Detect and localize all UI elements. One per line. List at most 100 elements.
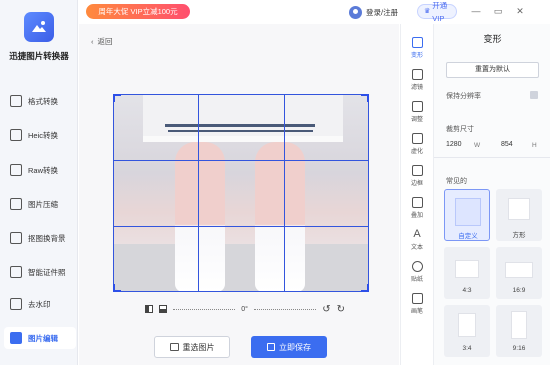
width-unit: W (474, 142, 481, 149)
transform-icon (411, 37, 423, 48)
flip-vertical-icon[interactable] (159, 305, 167, 313)
transform-panel: 变形 重置为默认 保持分辨率 裁剪尺寸 1280 W 854 H 常见的 自定义… (433, 24, 550, 365)
crop-handle-bottom-right[interactable] (361, 284, 369, 292)
top-bar: 周年大促 VIP立减100元 登录/注册 ♛ 开通VIP — ▭ ✕ (78, 0, 550, 24)
adjust-icon (411, 101, 423, 112)
preset-thumb (508, 198, 530, 220)
vip-label: 开通VIP (432, 0, 448, 23)
tool-border[interactable]: 边框 (401, 162, 433, 192)
preset-thumb (455, 198, 481, 226)
sidebar: 迅捷图片转换器 格式转换 Heic转换 Raw转换 图片压缩 抠图换背景 智能证… (0, 0, 78, 365)
tool-label: 文本 (410, 245, 423, 251)
preset-4-3[interactable]: 4:3 (444, 247, 490, 299)
format-icon (10, 95, 22, 107)
crop-size-label: 裁剪尺寸 (446, 126, 474, 133)
rotation-slider[interactable] (173, 308, 236, 310)
preset-label: 3:4 (462, 345, 472, 352)
preset-16-9[interactable]: 16:9 (496, 247, 542, 299)
preset-3-4[interactable]: 3:4 (444, 305, 490, 357)
tool-label: 变形 (410, 53, 423, 59)
crop-handle-bottom-left[interactable] (113, 284, 121, 292)
rotation-value: 0° (241, 305, 248, 313)
tool-column: 变形 滤镜 调整 虚化 边框 叠加 A 文本 贴纸 画笔 (400, 24, 432, 365)
tool-brush[interactable]: 画笔 (401, 290, 433, 320)
crop-handle-top-left[interactable] (113, 94, 121, 102)
reselect-image-button[interactable]: 重选图片 (154, 336, 230, 358)
preset-thumb (455, 260, 479, 278)
compress-icon (10, 198, 22, 210)
overlay-icon (411, 197, 423, 208)
chevron-left-icon: ‹ (91, 37, 94, 46)
save-button[interactable]: 立即保存 (251, 336, 327, 358)
image-icon (169, 343, 179, 351)
filter-icon (411, 69, 423, 80)
preset-label: 方形 (512, 232, 526, 239)
preset-label: 16:9 (512, 287, 526, 294)
sidebar-item-id-photo[interactable]: 智能证件照 (4, 261, 76, 283)
close-icon[interactable]: ✕ (514, 5, 526, 17)
crop-handle-top-right[interactable] (361, 94, 369, 102)
sidebar-item-label: 图片编辑 (28, 333, 58, 343)
sidebar-item-label: 抠图换背景 (28, 233, 66, 243)
edit-icon (10, 332, 22, 344)
preset-label: 4:3 (462, 287, 472, 294)
tool-transform[interactable]: 变形 (401, 34, 433, 64)
preset-square[interactable]: 方形 (496, 189, 542, 241)
text-icon: A (413, 228, 421, 240)
tool-label: 叠加 (410, 213, 423, 219)
watermark-icon (10, 298, 22, 310)
editor-canvas: ‹ 返回 0° ↺ ↻ 重选图片 立即保存 (79, 24, 399, 365)
rotation-slider-right[interactable] (253, 308, 317, 310)
sidebar-item-cutout[interactable]: 抠图换背景 (4, 227, 76, 249)
minimize-icon[interactable]: — (470, 5, 482, 17)
app-logo-icon (24, 12, 54, 42)
sidebar-item-heic[interactable]: Heic转换 (4, 124, 76, 146)
brush-icon (411, 293, 423, 304)
flip-horizontal-icon[interactable] (145, 305, 153, 313)
keep-ratio-label: 保持分辨率 (446, 93, 481, 100)
sidebar-item-compress[interactable]: 图片压缩 (4, 193, 76, 215)
width-input[interactable]: 1280 (446, 141, 462, 148)
preset-custom[interactable]: 自定义 (444, 189, 490, 241)
height-unit: H (532, 142, 537, 149)
sidebar-item-label: 图片压缩 (28, 199, 58, 209)
preset-label: 自定义 (458, 233, 478, 240)
preset-thumb (505, 262, 533, 278)
divider (434, 157, 550, 158)
sidebar-item-label: 去水印 (28, 299, 51, 309)
crop-frame[interactable] (113, 94, 369, 292)
height-input[interactable]: 854 (501, 141, 513, 148)
tool-label: 边框 (410, 181, 423, 187)
tool-label: 贴纸 (410, 277, 423, 283)
sidebar-item-format[interactable]: 格式转换 (4, 90, 76, 112)
login-label: 登录/注册 (366, 7, 399, 17)
sidebar-item-raw[interactable]: Raw转换 (4, 159, 76, 181)
preset-9-16[interactable]: 9:16 (496, 305, 542, 357)
sidebar-item-edit[interactable]: 图片编辑 (4, 327, 76, 349)
vip-button[interactable]: ♛ 开通VIP (417, 1, 457, 23)
login-button[interactable]: 登录/注册 (349, 4, 398, 20)
reset-default-button[interactable]: 重置为默认 (446, 62, 539, 78)
tool-filter[interactable]: 滤镜 (401, 66, 433, 96)
tool-overlay[interactable]: 叠加 (401, 194, 433, 224)
promo-banner[interactable]: 周年大促 VIP立减100元 (86, 4, 190, 19)
tool-adjust[interactable]: 调整 (401, 98, 433, 128)
sidebar-item-label: 格式转换 (28, 96, 58, 106)
avatar-icon (349, 5, 362, 19)
tool-sticker[interactable]: 贴纸 (401, 258, 433, 288)
sidebar-item-label: 智能证件照 (28, 267, 66, 277)
image-preview[interactable] (113, 94, 369, 292)
tool-blur[interactable]: 虚化 (401, 130, 433, 160)
sidebar-item-label: Raw转换 (28, 165, 59, 175)
restore-icon[interactable]: ▭ (492, 5, 504, 17)
sidebar-item-label: Heic转换 (28, 130, 59, 140)
preset-thumb (458, 313, 476, 337)
reselect-label: 重选图片 (182, 342, 215, 352)
cutout-icon (10, 232, 22, 244)
tool-text[interactable]: A 文本 (401, 226, 433, 256)
back-button[interactable]: ‹ 返回 (91, 36, 113, 47)
sidebar-item-watermark[interactable]: 去水印 (4, 293, 76, 315)
keep-ratio-checkbox[interactable] (530, 91, 538, 99)
rotate-right-icon[interactable]: ↻ (337, 304, 345, 315)
rotate-left-icon[interactable]: ↺ (322, 304, 330, 315)
